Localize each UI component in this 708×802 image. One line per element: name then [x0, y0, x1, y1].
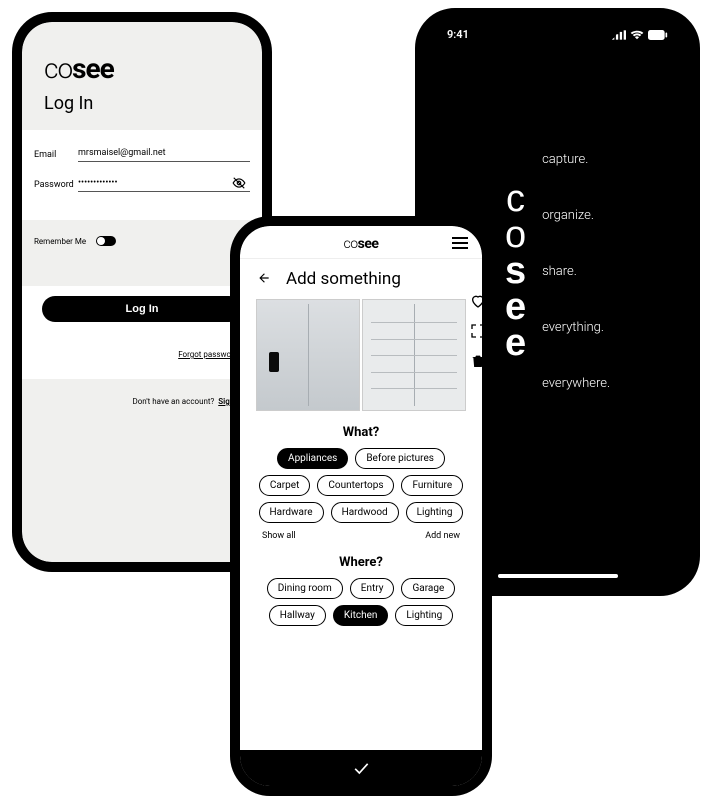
device-notch — [498, 18, 618, 42]
login-button[interactable]: Log In — [42, 296, 242, 322]
tagline-item: share. — [542, 264, 610, 279]
tagline-item: everything. — [542, 320, 610, 335]
brand-thin: co — [344, 236, 358, 252]
page-title: Add something — [286, 269, 401, 289]
menu-icon[interactable] — [452, 237, 468, 252]
email-field[interactable]: mrsmaisel@gmail.net — [78, 148, 250, 162]
tagline-list: capture. organize. share. everything. ev… — [542, 131, 610, 411]
wifi-icon — [630, 30, 644, 40]
what-heading: What? — [240, 425, 482, 440]
delete-icon[interactable] — [470, 353, 482, 373]
check-icon — [351, 758, 371, 778]
brand-logo: cosee — [44, 52, 242, 85]
forgot-password-link[interactable]: Forgot password? — [42, 350, 242, 359]
back-icon[interactable] — [256, 270, 272, 289]
chip-carpet[interactable]: Carpet — [259, 475, 311, 496]
image-gallery — [240, 299, 482, 411]
brand-bold: see — [358, 236, 379, 252]
remember-me-toggle[interactable] — [96, 236, 116, 246]
chip-countertops[interactable]: Countertops — [317, 475, 394, 496]
product-image[interactable] — [362, 299, 466, 411]
battery-icon — [648, 30, 668, 40]
password-label: Password — [34, 180, 78, 190]
favorite-icon[interactable] — [470, 293, 482, 313]
chip-lighting-room[interactable]: Lighting — [395, 605, 453, 626]
email-label: Email — [34, 150, 78, 160]
chip-hardwood[interactable]: Hardwood — [331, 502, 399, 523]
remember-me-label: Remember Me — [34, 237, 86, 246]
page-title: Log In — [44, 93, 242, 114]
chip-garage[interactable]: Garage — [401, 578, 455, 599]
chip-dining-room[interactable]: Dining room — [267, 578, 343, 599]
what-chip-group: Appliances Before pictures Carpet Counte… — [240, 448, 482, 523]
no-account-text: Don't have an account? — [132, 397, 214, 406]
tagline-item: organize. — [542, 208, 610, 223]
brand-logo-small: cosee — [270, 236, 452, 252]
expand-icon[interactable] — [470, 323, 482, 343]
chip-before-pictures[interactable]: Before pictures — [355, 448, 445, 469]
brand-vertical-logo: c o s e e — [505, 181, 524, 361]
home-indicator — [498, 574, 618, 578]
chip-appliances[interactable]: Appliances — [277, 448, 348, 469]
status-icons — [612, 30, 668, 40]
chip-entry[interactable]: Entry — [350, 578, 395, 599]
password-visibility-icon[interactable] — [232, 176, 246, 193]
product-image[interactable] — [256, 299, 360, 411]
tagline-item: capture. — [542, 152, 610, 167]
confirm-button[interactable] — [240, 750, 482, 786]
password-field[interactable]: ••••••••••••• — [78, 178, 250, 192]
brand-thin: co — [44, 52, 72, 85]
chip-furniture[interactable]: Furniture — [401, 475, 463, 496]
add-phone-mockup: cosee Add something — [230, 216, 492, 796]
where-chip-group: Dining room Entry Garage Hallway Kitchen… — [240, 578, 482, 626]
chip-lighting[interactable]: Lighting — [406, 502, 464, 523]
chip-hallway[interactable]: Hallway — [269, 605, 326, 626]
status-time: 9:41 — [447, 28, 469, 41]
brand-bold: see — [72, 52, 114, 85]
tagline-item: everywhere. — [542, 376, 610, 391]
chip-kitchen[interactable]: Kitchen — [333, 605, 389, 626]
chip-hardware[interactable]: Hardware — [259, 502, 324, 523]
add-new-link[interactable]: Add new — [425, 531, 460, 541]
where-heading: Where? — [240, 555, 482, 570]
show-all-link[interactable]: Show all — [262, 531, 296, 541]
